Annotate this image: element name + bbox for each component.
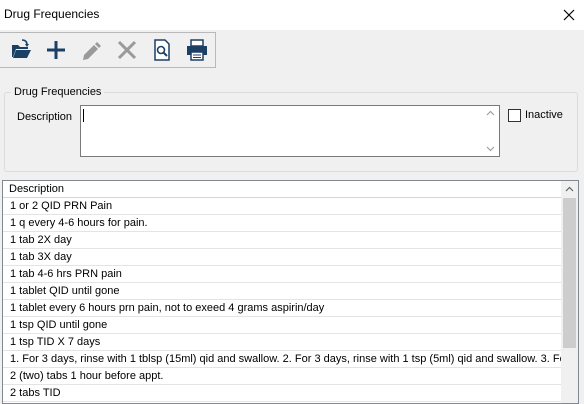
list-item-text: 2 tabs TID [10,387,61,399]
list-item-text: 1 tablet QID until gone [10,285,120,297]
delete-icon [117,40,136,60]
toolbar [0,32,216,68]
window-title: Drug Frequencies [4,7,100,21]
open-button[interactable] [3,34,38,66]
list-item-text: 1 tsp TID X 7 days [10,336,101,348]
list-scrollbar[interactable] [561,181,578,403]
list-item-text: 1 or 2 QID PRN Pain [10,200,113,212]
edit-button[interactable] [74,34,109,66]
print-icon [187,39,208,61]
list-item-text: 2 (two) tabs 1 hour before appt. [10,370,164,382]
list-item-text: 1. For 3 days, rinse with 1 tblsp (15ml)… [10,353,561,365]
list-item-text: 1 tab 2X day [10,234,72,246]
chevron-up-icon [486,110,495,116]
add-button[interactable] [38,34,73,66]
open-folder-icon [11,39,31,58]
column-header-label: Description [9,183,65,195]
list-item[interactable]: 2 (two) tabs 1 hour before appt. [3,368,561,385]
list-item[interactable]: 1 tab 4-6 hrs PRN pain [3,266,561,283]
list-item[interactable]: 1 tsp TID X 7 days [3,334,561,351]
text-caret [83,109,84,122]
inactive-label: Inactive [525,109,563,121]
list-rows: 1 or 2 QID PRN Pain 1 q every 4-6 hours … [3,198,561,402]
group-title: Drug Frequencies [11,86,105,98]
list-item[interactable]: 1 or 2 QID PRN Pain [3,198,561,215]
edit-icon [83,42,102,60]
dialog-body: Drug Frequencies Description Inactive De… [0,30,584,404]
column-header-description[interactable]: Description [3,181,561,198]
list-item[interactable]: 1 tab 2X day [3,232,561,249]
list-item[interactable]: 1 tsp QID until gone [3,317,561,334]
chevron-up-icon [565,186,574,192]
title-bar: Drug Frequencies [0,0,584,30]
list-item-text: 1 tsp QID until gone [10,319,108,331]
drug-frequencies-group: Drug Frequencies Description Inactive [4,86,578,172]
preview-button[interactable] [144,34,179,66]
frequency-list[interactable]: Description 1 or 2 QID PRN Pain 1 q ever… [2,180,579,404]
list-item[interactable]: 1 tablet every 6 hours prn pain, not to … [3,300,561,317]
list-item[interactable]: 1 q every 4-6 hours for pain. [3,215,561,232]
list-item-text: 1 tablet every 6 hours prn pain, not to … [10,302,325,314]
list-item-text: 1 tab 4-6 hrs PRN pain [10,268,122,280]
list-item[interactable]: 1. For 3 days, rinse with 1 tblsp (15ml)… [3,351,561,368]
description-label: Description [17,111,73,123]
close-icon [563,9,575,21]
print-button[interactable] [180,34,215,66]
description-input[interactable] [80,105,500,157]
description-scrollbar[interactable] [482,106,499,156]
scrollbar-thumb[interactable] [563,198,576,348]
list-item[interactable]: 1 tablet QID until gone [3,283,561,300]
list-item-text: 1 tab 3X day [10,251,72,263]
list-item[interactable]: 1 tab 3X day [3,249,561,266]
add-icon [46,41,65,59]
list-item[interactable]: 2 tabs TID [3,385,561,402]
delete-button[interactable] [109,34,144,66]
inactive-checkbox[interactable] [508,109,521,122]
close-button[interactable] [554,0,584,30]
preview-icon [154,39,170,61]
list-item-text: 1 q every 4-6 hours for pain. [10,217,148,229]
chevron-down-icon [486,146,495,152]
